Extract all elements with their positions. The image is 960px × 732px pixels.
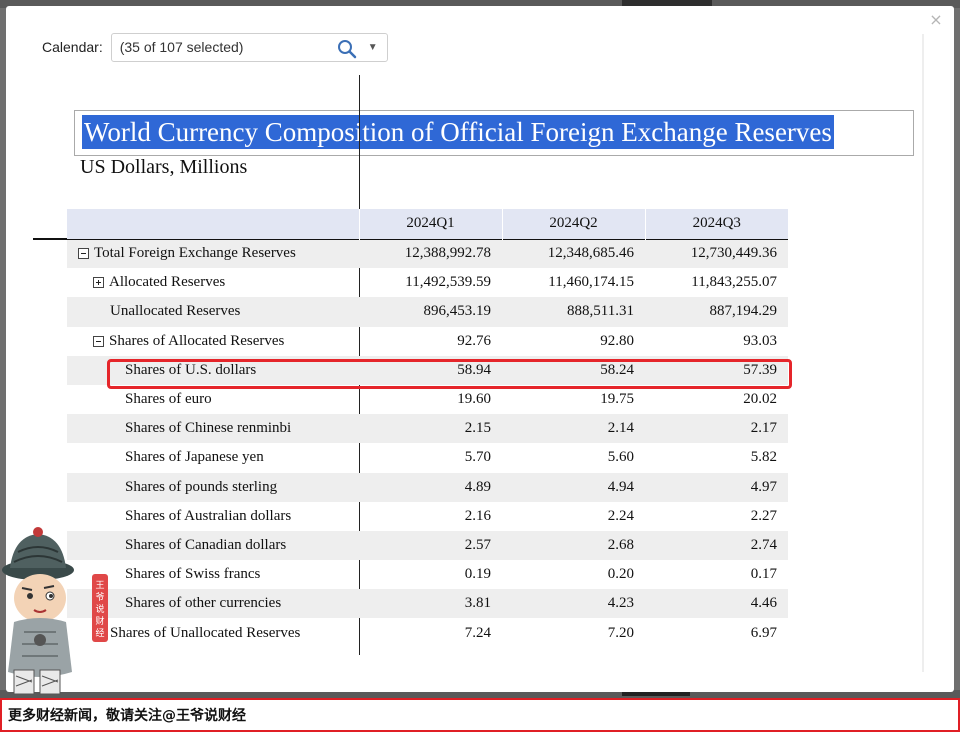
table-cell: 888,511.31 — [502, 297, 645, 327]
collapse-icon[interactable] — [93, 335, 104, 347]
row-label: Shares of Allocated Reserves — [109, 332, 285, 349]
table-cell: 887,194.29 — [645, 297, 788, 327]
row-label: Shares of other currencies — [125, 595, 282, 612]
table-row: Shares of Canadian dollars 2.57 2.68 2.7… — [67, 530, 788, 561]
highlight-box — [107, 359, 792, 389]
table-cell: 6.97 — [750, 624, 777, 641]
table-cell: 4.46 — [645, 589, 788, 619]
table-cell: 2.68 — [502, 530, 645, 561]
table-row: Shares of Swiss francs 0.19 0.20 0.17 — [67, 560, 788, 589]
table-row: Shares of Japanese yen 5.70 5.60 5.82 — [67, 443, 788, 472]
search-icon[interactable] — [337, 39, 357, 59]
mascot-illustration: 王爷说财经 — [2, 527, 108, 695]
row-label: Shares of Australian dollars — [125, 507, 292, 524]
report-title: World Currency Composition of Official F… — [82, 115, 834, 149]
table-row: Shares of Chinese renminbi 2.15 2.14 2.1… — [67, 414, 788, 444]
calendar-filter: Calendar: (35 of 107 selected) ▼ — [42, 32, 388, 62]
row-label: Shares of Chinese renminbi — [125, 420, 292, 437]
table-row: Shares of Allocated Reserves 92.76 92.80… — [67, 327, 788, 356]
report-subtitle: US Dollars, Millions — [80, 156, 248, 178]
footer-text: 更多财经新闻，敬请关注@王爷说财经 — [8, 708, 246, 724]
table-cell: 92.80 — [600, 332, 634, 349]
calendar-select[interactable]: (35 of 107 selected) ▼ — [110, 32, 388, 62]
footer-banner: 更多财经新闻，敬请关注@王爷说财经 — [0, 698, 960, 732]
table-cell: 0.20 — [607, 566, 634, 583]
collapse-icon[interactable] — [78, 248, 89, 260]
table-cell: 3.81 — [359, 589, 502, 619]
calendar-selected-value: (35 of 107 selected) — [119, 39, 244, 55]
table-cell: 19.60 — [457, 391, 491, 408]
table-row: Total Foreign Exchange Reserves 12,388,9… — [67, 238, 788, 269]
table-row: Shares of Unallocated Reserves 7.24 7.20… — [67, 618, 788, 647]
table-cell: 2.24 — [607, 507, 634, 524]
row-label: Unallocated Reserves — [110, 303, 241, 320]
table-cell: 12,730,449.36 — [645, 238, 788, 269]
table-cell: 5.60 — [607, 449, 634, 466]
table-cell: 2.14 — [502, 414, 645, 444]
table-header-row: 2024Q1 2024Q2 2024Q3 — [67, 209, 788, 239]
table-cell: 11,460,174.15 — [548, 274, 634, 291]
table-cell: 0.17 — [750, 566, 777, 583]
column-header[interactable]: 2024Q2 — [501, 209, 645, 239]
table-cell: 2.74 — [645, 530, 788, 561]
column-header[interactable]: 2024Q1 — [358, 209, 502, 239]
column-header[interactable]: 2024Q3 — [644, 209, 788, 239]
table-cell: 12,388,992.78 — [359, 238, 502, 269]
report-title-box: World Currency Composition of Official F… — [74, 110, 914, 156]
reserves-table: 2024Q1 2024Q2 2024Q3 Total Foreign Excha… — [67, 209, 788, 648]
table-cell: 2.15 — [359, 414, 502, 444]
modal-scrollbar[interactable] — [922, 34, 924, 672]
table-row: Unallocated Reserves 896,453.19 888,511.… — [67, 297, 788, 327]
table-cell: 4.23 — [502, 589, 645, 619]
table-cell: 4.97 — [645, 472, 788, 502]
table-cell: 0.19 — [464, 566, 491, 583]
table-cell: 2.57 — [359, 530, 502, 561]
table-cell: 7.20 — [607, 624, 634, 641]
table-row: Allocated Reserves 11,492,539.59 11,460,… — [67, 268, 788, 297]
row-label: Shares of Unallocated Reserves — [110, 624, 301, 641]
table-cell: 19.75 — [600, 391, 634, 408]
expand-icon[interactable] — [93, 277, 104, 289]
table-cell: 11,492,539.59 — [405, 274, 491, 291]
table-cell: 2.27 — [750, 507, 777, 524]
calendar-label: Calendar: — [42, 39, 103, 55]
table-cell: 5.70 — [464, 449, 491, 466]
row-label: Allocated Reserves — [109, 274, 226, 291]
table-cell: 12,348,685.46 — [502, 238, 645, 269]
table-row: Shares of pounds sterling 4.89 4.94 4.97 — [67, 472, 788, 502]
table-row: Shares of other currencies 3.81 4.23 4.4… — [67, 589, 788, 619]
row-label: Shares of euro — [125, 391, 212, 408]
table-cell: 7.24 — [464, 624, 491, 641]
table-cell: 2.17 — [645, 414, 788, 444]
table-cell: 4.94 — [502, 472, 645, 502]
close-icon[interactable]: × — [926, 10, 946, 30]
table-cell: 896,453.19 — [359, 297, 502, 327]
row-label: Shares of pounds sterling — [125, 478, 278, 495]
table-cell: 92.76 — [457, 332, 491, 349]
header-blank — [67, 209, 359, 239]
table-cell: 11,843,255.07 — [691, 274, 777, 291]
row-label: Shares of Japanese yen — [125, 449, 264, 466]
table-cell: 5.82 — [750, 449, 777, 466]
row-label: Shares of Swiss francs — [125, 566, 261, 583]
row-label: Total Foreign Exchange Reserves — [94, 245, 296, 262]
table-row: Shares of Australian dollars 2.16 2.24 2… — [67, 502, 788, 531]
mascot-banner-char: 王爷说财经 — [95, 580, 104, 639]
table-row: Shares of euro 19.60 19.75 20.02 — [67, 385, 788, 414]
table-cell: 93.03 — [743, 332, 777, 349]
table-cell: 2.16 — [464, 507, 491, 524]
table-cell: 20.02 — [743, 391, 777, 408]
row-label: Shares of Canadian dollars — [125, 536, 287, 553]
table-cell: 4.89 — [359, 472, 502, 502]
chevron-down-icon[interactable]: ▼ — [368, 39, 378, 57]
